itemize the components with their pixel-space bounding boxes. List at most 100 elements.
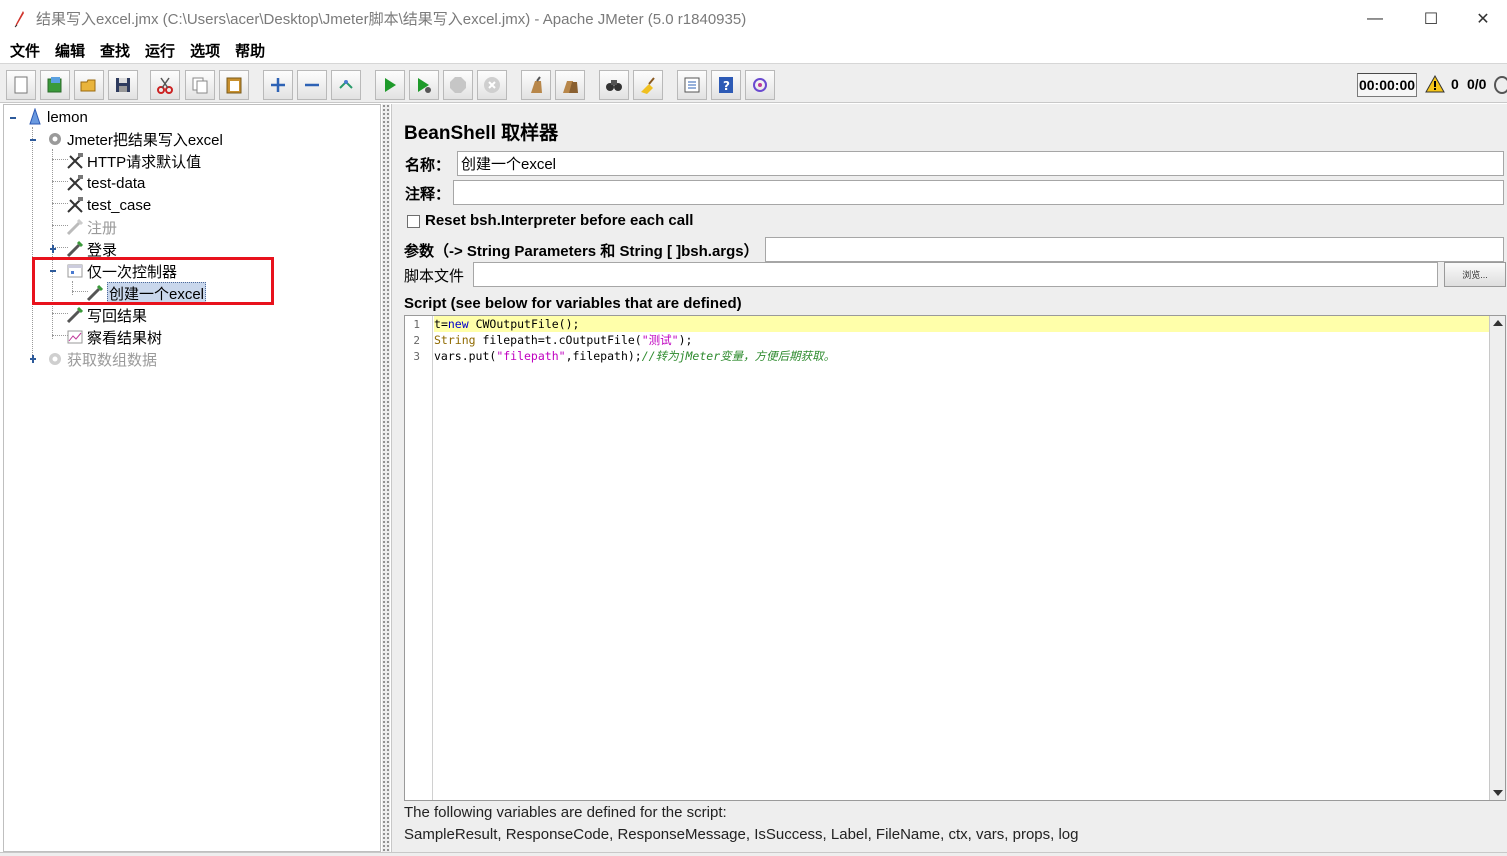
code-token: "filepath" xyxy=(496,349,566,363)
name-label: 名称： xyxy=(405,157,451,174)
tree-node-label: test-data xyxy=(87,174,146,192)
tree-node-http-defaults[interactable]: HTTP请求默认值 xyxy=(66,151,201,171)
script-file-field[interactable] xyxy=(473,262,1438,287)
menu-edit[interactable]: 编辑 xyxy=(51,40,89,61)
tree-node-label: 注册 xyxy=(87,219,118,237)
config-element-icon xyxy=(66,174,84,192)
tree-toggle[interactable] xyxy=(30,136,38,144)
variables-list: SampleResult, ResponseCode, ResponseMess… xyxy=(404,826,1079,843)
clear-all-button[interactable] xyxy=(555,70,585,100)
test-plan-icon xyxy=(26,107,44,126)
test-plan-tree[interactable]: lemon Jmeter把结果写入excel HTTP请求默认值 test-da… xyxy=(3,104,381,852)
name-field[interactable]: 创建一个excel xyxy=(457,151,1504,176)
new-icon xyxy=(12,76,30,94)
start-icon xyxy=(381,76,399,94)
script-editor[interactable]: 1 2 3 t = new CWOutputFile(); String filep… xyxy=(404,315,1506,801)
copy-button[interactable] xyxy=(185,70,215,100)
reset-search-icon xyxy=(639,76,657,94)
tree-connector xyxy=(52,149,53,339)
tree-toggle[interactable] xyxy=(10,114,18,122)
search-button[interactable] xyxy=(599,70,629,100)
toggle-icon xyxy=(337,76,355,94)
tree-node-test-plan[interactable]: lemon xyxy=(26,107,88,127)
remote-status-icon xyxy=(1494,76,1507,94)
parameters-label: 参数（-> String Parameters 和 String [ ]bsh.… xyxy=(404,243,759,260)
line-number: 1 xyxy=(413,318,420,331)
open-button[interactable] xyxy=(74,70,104,100)
save-icon xyxy=(114,76,132,94)
tree-node-write-back-results[interactable]: 写回结果 xyxy=(66,305,147,325)
search-icon xyxy=(605,76,623,94)
menu-options[interactable]: 选项 xyxy=(186,40,224,61)
start-no-pauses-button[interactable] xyxy=(409,70,439,100)
clear-button[interactable] xyxy=(521,70,551,100)
close-button[interactable]: ✕ xyxy=(1459,0,1507,37)
thread-group-icon xyxy=(46,350,64,368)
save-button[interactable] xyxy=(108,70,138,100)
reset-search-button[interactable] xyxy=(633,70,663,100)
help-button[interactable]: ? xyxy=(711,70,741,100)
warning-icon[interactable] xyxy=(1425,74,1445,93)
tree-node-get-array-data[interactable]: 获取数组数据 xyxy=(46,349,157,369)
open-icon xyxy=(80,76,98,94)
title-bar: 结果写入excel.jmx (C:\Users\acer\Desktop\Jme… xyxy=(0,0,1507,37)
tree-node-test-case[interactable]: test_case xyxy=(66,195,151,215)
line-number: 3 xyxy=(413,350,420,363)
tree-node-login[interactable]: 登录 xyxy=(66,239,117,259)
code-token: new xyxy=(447,317,476,331)
tree-node-thread-group[interactable]: Jmeter把结果写入excel xyxy=(46,129,223,149)
tree-node-register[interactable]: 注册 xyxy=(66,217,117,237)
minimize-button[interactable]: — xyxy=(1347,0,1403,37)
paste-button[interactable] xyxy=(219,70,249,100)
code-token: vars.put( xyxy=(434,349,497,363)
new-button[interactable] xyxy=(6,70,36,100)
jmeter-feather-icon xyxy=(12,10,26,28)
tree-node-test-data[interactable]: test-data xyxy=(66,173,145,193)
collapse-all-button[interactable] xyxy=(297,70,327,100)
config-element-icon xyxy=(66,152,84,170)
toolbar: ? 00:00:00 0 0/0 xyxy=(0,63,1507,103)
menu-run[interactable]: 运行 xyxy=(141,40,179,61)
browse-button[interactable]: 浏览... xyxy=(1444,262,1506,287)
config-element-icon xyxy=(66,196,84,214)
start-button[interactable] xyxy=(375,70,405,100)
tree-toggle[interactable] xyxy=(50,245,58,253)
comment-field[interactable] xyxy=(453,180,1504,205)
paste-icon xyxy=(225,76,243,94)
split-pane-divider[interactable] xyxy=(382,104,390,854)
parameters-field[interactable] xyxy=(765,237,1504,262)
tree-toggle[interactable] xyxy=(30,355,38,363)
clear-icon xyxy=(527,76,545,94)
line-number: 2 xyxy=(413,334,420,347)
code-line: t = new CWOutputFile(); xyxy=(434,316,1490,332)
variables-note: The following variables are defined for … xyxy=(404,804,727,821)
templates-button[interactable] xyxy=(40,70,70,100)
svg-text:?: ? xyxy=(723,79,730,93)
tree-connector xyxy=(32,127,33,357)
tree-node-label: test_case xyxy=(87,196,152,214)
stop-button[interactable] xyxy=(443,70,473,100)
expand-all-button[interactable] xyxy=(263,70,293,100)
toggle-button[interactable] xyxy=(331,70,361,100)
menu-file[interactable]: 文件 xyxy=(6,40,44,61)
maximize-button[interactable]: ☐ xyxy=(1403,0,1459,37)
tree-node-label: HTTP请求默认值 xyxy=(87,153,202,171)
start-no-pause-icon xyxy=(415,76,433,94)
cut-button[interactable] xyxy=(150,70,180,100)
tree-node-view-results-tree[interactable]: 察看结果树 xyxy=(66,327,162,347)
function-helper-button[interactable] xyxy=(677,70,707,100)
menu-help[interactable]: 帮助 xyxy=(231,40,269,61)
scroll-down-icon[interactable] xyxy=(1493,790,1503,796)
templates-icon xyxy=(46,76,64,94)
stop-icon xyxy=(449,76,467,94)
sampler-icon xyxy=(66,218,84,236)
menu-search[interactable]: 查找 xyxy=(96,40,134,61)
code-token: String xyxy=(434,333,483,347)
shutdown-button[interactable] xyxy=(477,70,507,100)
shutdown-icon xyxy=(483,76,501,94)
remote-button[interactable] xyxy=(745,70,775,100)
editor-scrollbar[interactable] xyxy=(1489,316,1505,800)
scroll-up-icon[interactable] xyxy=(1493,320,1503,326)
warning-count: 0 xyxy=(1451,76,1459,92)
reset-interpreter-checkbox[interactable] xyxy=(407,215,420,228)
